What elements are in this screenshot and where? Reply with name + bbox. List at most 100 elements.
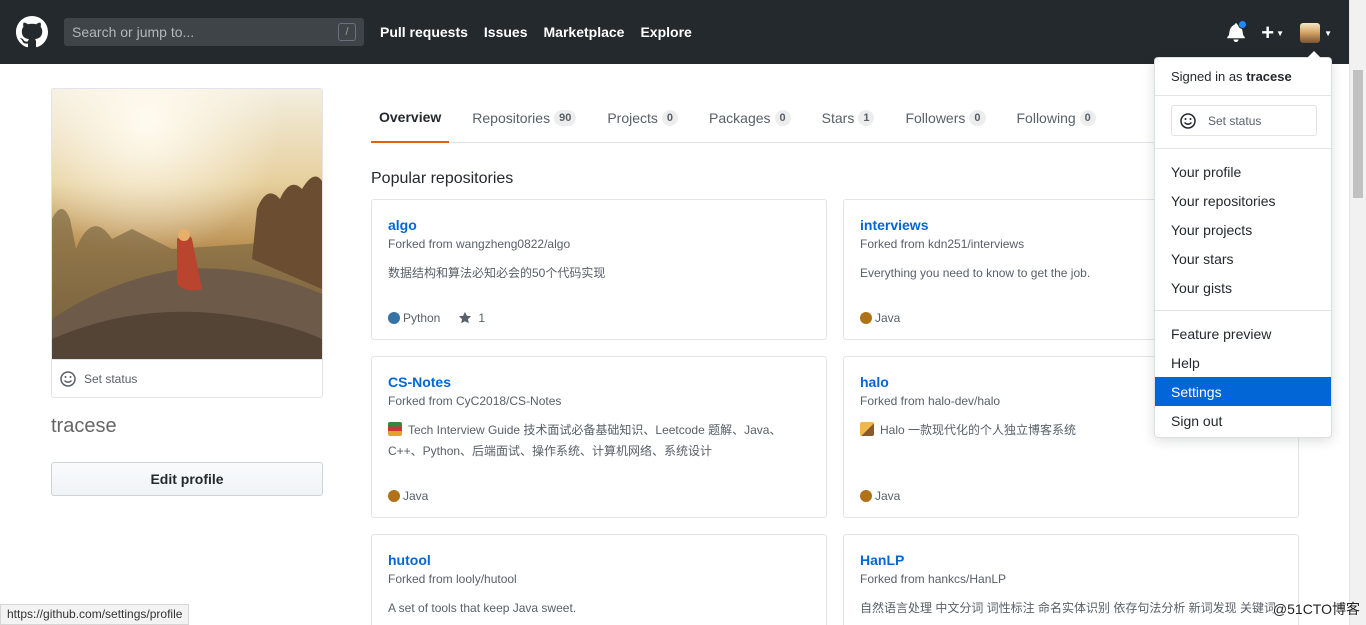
tab-count: 90	[554, 109, 577, 126]
nav-marketplace[interactable]: Marketplace	[544, 24, 625, 40]
language-color-dot	[860, 490, 872, 502]
main-nav: Pull requests Issues Marketplace Explore	[380, 0, 708, 64]
repo-language: Java	[875, 311, 901, 325]
menu-item-sign-out[interactable]: Sign out	[1155, 406, 1331, 435]
smiley-icon	[60, 370, 76, 387]
tab-label: Repositories	[472, 109, 551, 126]
language-color-dot	[860, 312, 872, 324]
profile-username: tracese	[51, 415, 117, 437]
repo-meta: Python 1	[388, 311, 485, 325]
user-dropdown-menu: Signed in as tracese Set status Your pro…	[1154, 50, 1332, 438]
watermark: @51CTO博客	[1272, 601, 1360, 617]
menu-item-your-repositories[interactable]: Your repositories	[1155, 186, 1331, 215]
chevron-down-icon: ▼	[1276, 28, 1285, 38]
repo-link[interactable]: HanLP	[860, 551, 1282, 569]
menu-item-your-stars[interactable]: Your stars	[1155, 244, 1331, 273]
status-section: Set status	[1155, 96, 1331, 149]
menu-item-your-profile[interactable]: Your profile	[1155, 157, 1331, 186]
repo-description: A set of tools that keep Java sweet.	[388, 601, 577, 615]
avatar-set-status[interactable]: Set status	[52, 359, 322, 397]
tab-label: Followers	[905, 109, 966, 126]
menu-item-your-projects[interactable]: Your projects	[1155, 215, 1331, 244]
tab-count: 0	[774, 109, 791, 126]
repo-fork-source: Forked from wangzheng0822/algo	[388, 237, 571, 251]
search-input[interactable]	[64, 18, 364, 46]
tab-label: Stars	[821, 109, 855, 126]
menu-item-help[interactable]: Help	[1155, 348, 1331, 377]
language-color-dot	[388, 490, 400, 502]
repo-link[interactable]: algo	[388, 216, 810, 234]
repo-meta: Java	[860, 311, 900, 325]
repo-card-cs-notes: CS-Notes Forked from CyC2018/CS-Notes Te…	[371, 356, 827, 518]
tab-packages[interactable]: Packages 0	[701, 92, 799, 143]
signed-in-header: Signed in as tracese	[1155, 58, 1331, 96]
tab-projects[interactable]: Projects 0	[599, 92, 686, 143]
menu-item-feature-preview[interactable]: Feature preview	[1155, 319, 1331, 348]
menu-item-settings[interactable]: Settings	[1155, 377, 1331, 406]
chevron-down-icon: ▼	[1324, 28, 1332, 38]
repo-language: Python	[403, 311, 441, 325]
dropdown-group-settings: Feature preview Help Settings Sign out	[1155, 311, 1331, 443]
search-shortcut-key: /	[338, 23, 356, 41]
notifications-button[interactable]	[1227, 20, 1248, 44]
repo-meta: Java	[388, 489, 428, 503]
nav-issues[interactable]: Issues	[484, 24, 528, 40]
tab-overview[interactable]: Overview	[371, 92, 450, 143]
tab-label: Packages	[709, 109, 771, 126]
new-menu-button[interactable]: +	[1261, 22, 1274, 44]
popular-repos-title: Popular repositories	[371, 170, 514, 187]
repo-star-count: 1	[478, 311, 486, 325]
repo-card-algo: algo Forked from wangzheng0822/algo 数据结构…	[371, 199, 827, 340]
dropdown-group-profile: Your profile Your repositories Your proj…	[1155, 149, 1331, 311]
tab-count: 1	[858, 109, 875, 126]
user-menu-avatar[interactable]	[1300, 23, 1321, 43]
repo-description: 自然语言处理 中文分词 词性标注 命名实体识别 依存句法分析 新词发现 关键词	[860, 601, 1277, 615]
set-status-label: Set status	[84, 371, 138, 386]
search-box[interactable]: /	[64, 18, 364, 46]
page-scrollbar[interactable]	[1349, 0, 1366, 625]
notification-indicator	[1238, 20, 1248, 29]
smiley-icon	[1180, 112, 1196, 129]
tab-label: Following	[1016, 109, 1076, 126]
avatar[interactable]	[52, 89, 322, 359]
tab-label: Overview	[379, 108, 442, 125]
repo-card-hutool: hutool Forked from looly/hutool A set of…	[371, 534, 827, 625]
tab-label: Projects	[607, 109, 658, 126]
profile-avatar-card: Set status	[51, 88, 323, 398]
repo-fork-source: Forked from hankcs/HanLP	[860, 572, 1007, 586]
star-icon	[459, 311, 472, 324]
edit-profile-button[interactable]: Edit profile	[51, 462, 323, 496]
scrollbar-thumb[interactable]	[1353, 70, 1363, 198]
tab-following[interactable]: Following 0	[1009, 92, 1104, 143]
repo-fork-source: Forked from looly/hutool	[388, 572, 517, 586]
nav-pull-requests[interactable]: Pull requests	[380, 24, 468, 40]
menu-item-your-gists[interactable]: Your gists	[1155, 273, 1331, 302]
repo-language: Java	[403, 489, 429, 503]
repo-link[interactable]: CS-Notes	[388, 373, 810, 391]
top-header: / Pull requests Issues Marketplace Explo…	[0, 0, 1366, 64]
browser-status-url: https://github.com/settings/profile	[0, 604, 190, 625]
tab-count: 0	[969, 109, 986, 126]
repo-meta: Java	[860, 489, 900, 503]
repo-description: Tech Interview Guide 技术面试必备基础知识、Leetcode…	[388, 420, 810, 462]
tab-stars[interactable]: Stars 1	[814, 92, 883, 143]
nav-explore[interactable]: Explore	[640, 24, 691, 40]
signed-in-username: tracese	[1246, 69, 1292, 84]
repo-description-text: Tech Interview Guide 技术面试必备基础知识、Leetcode…	[388, 423, 782, 458]
tab-repositories[interactable]: Repositories 90	[464, 92, 584, 143]
writing-hand-icon	[860, 422, 874, 436]
set-status-button[interactable]: Set status	[1171, 105, 1317, 136]
repo-link[interactable]: hutool	[388, 551, 810, 569]
repo-language: Java	[875, 489, 901, 503]
repo-description: 数据结构和算法必知必会的50个代码实现	[388, 266, 606, 280]
books-icon	[388, 422, 402, 436]
set-status-label: Set status	[1208, 113, 1262, 128]
tab-followers[interactable]: Followers 0	[897, 92, 993, 143]
signed-in-prefix: Signed in as	[1171, 69, 1243, 84]
language-color-dot	[388, 312, 400, 324]
github-logo-icon[interactable]	[16, 16, 48, 48]
tab-count: 0	[1079, 109, 1096, 126]
tab-count: 0	[661, 109, 679, 126]
repo-stars-link[interactable]: 1	[458, 311, 485, 325]
repo-card-hanlp: HanLP Forked from hankcs/HanLP 自然语言处理 中文…	[843, 534, 1299, 625]
